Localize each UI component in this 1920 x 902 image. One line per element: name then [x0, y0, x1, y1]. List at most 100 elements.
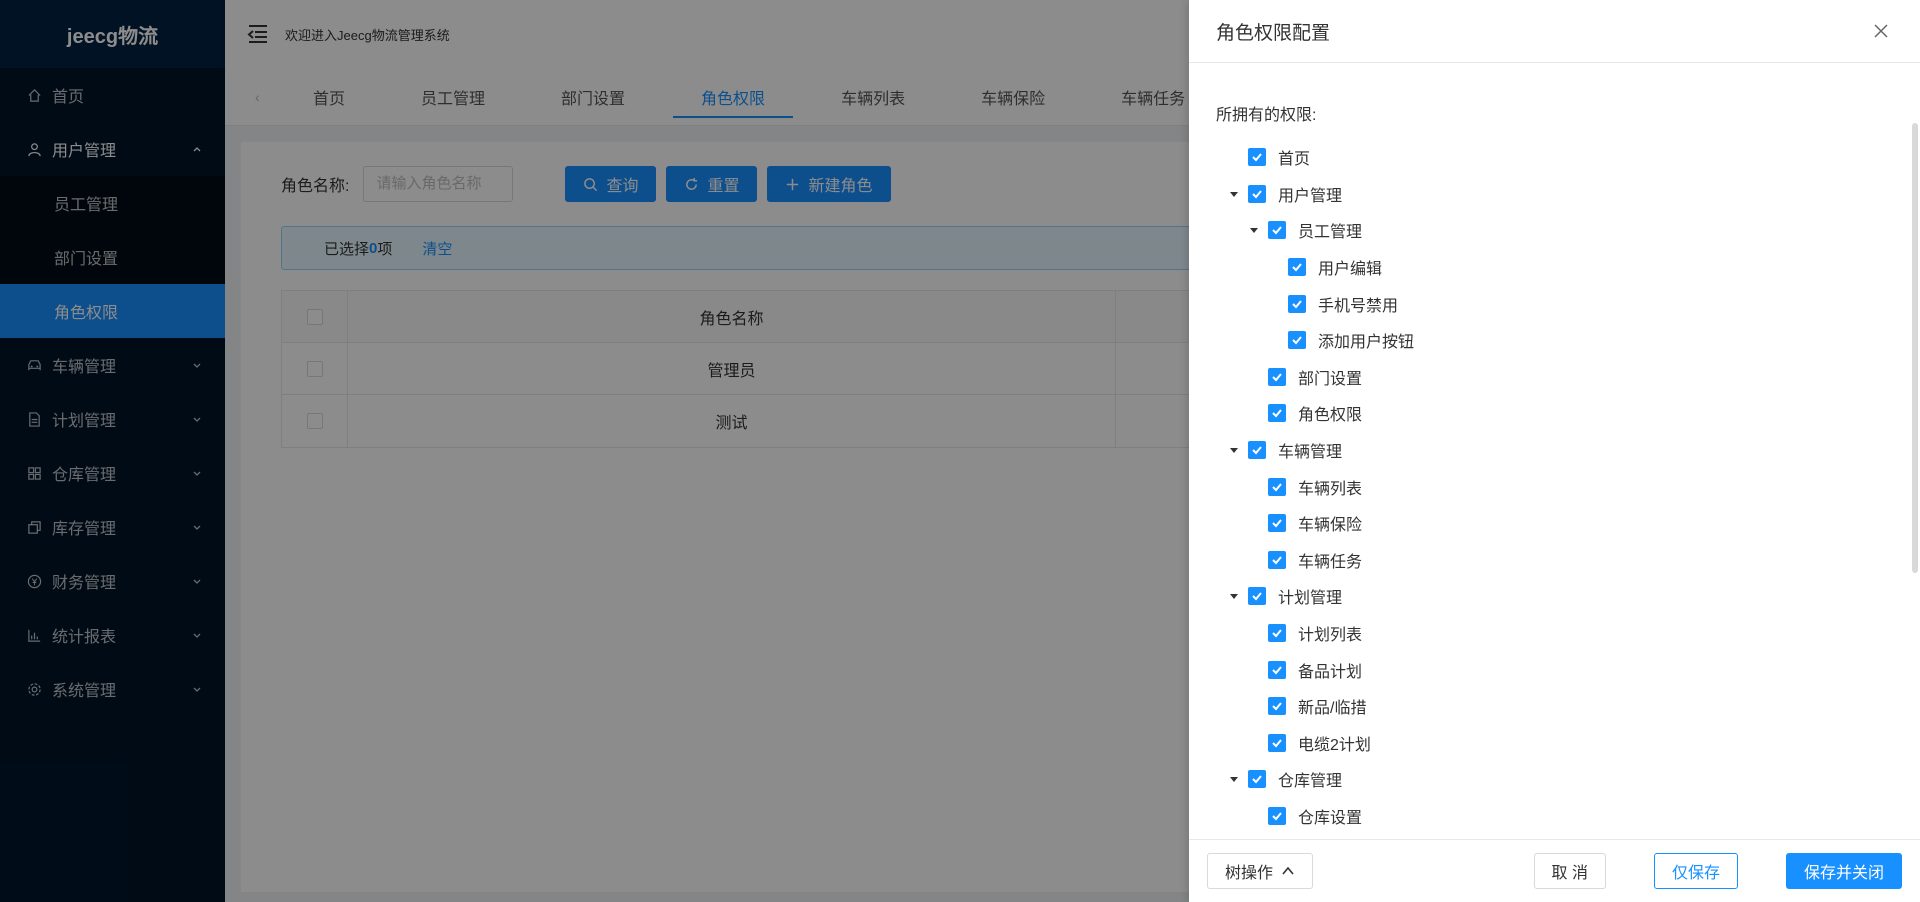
- caret-down-icon[interactable]: [1226, 186, 1242, 202]
- tree-checkbox[interactable]: [1268, 221, 1286, 240]
- tree-checkbox[interactable]: [1268, 514, 1286, 533]
- tree-node: 员工管理: [1216, 212, 1893, 249]
- tree-node: 首页: [1216, 139, 1893, 176]
- check-icon: [1292, 263, 1302, 272]
- drawer-footer: 树操作 取 消 仅保存 保存并关闭: [1189, 839, 1920, 902]
- check-icon: [1272, 409, 1282, 418]
- check-icon: [1292, 300, 1302, 309]
- tree-node: 车辆任务: [1216, 542, 1893, 579]
- close-icon[interactable]: [1872, 22, 1890, 40]
- check-icon: [1252, 592, 1262, 601]
- tree-operation-button[interactable]: 树操作: [1207, 853, 1314, 889]
- tree-node-label: 用户管理: [1278, 187, 1343, 205]
- tree-node-label: 车辆管理: [1278, 444, 1343, 462]
- tree-node-label: 计划列表: [1298, 627, 1363, 645]
- tree-node-label: 手机号禁用: [1318, 297, 1399, 315]
- check-icon: [1272, 665, 1282, 675]
- check-icon: [1272, 739, 1282, 748]
- chevron-up-icon: [1282, 866, 1294, 875]
- tree-node-label: 计划管理: [1278, 590, 1343, 608]
- cancel-button[interactable]: 取 消: [1533, 853, 1606, 889]
- scrollbar-thumb[interactable]: [1912, 123, 1918, 573]
- tree-checkbox[interactable]: [1248, 184, 1266, 203]
- tree-checkbox[interactable]: [1248, 587, 1266, 606]
- tree-checkbox[interactable]: [1268, 697, 1286, 716]
- tree-node-label: 备品计划: [1298, 663, 1363, 681]
- tree-node-label: 车辆任务: [1298, 553, 1363, 571]
- tree-node-label: 用户编辑: [1318, 261, 1383, 279]
- save-and-close-button[interactable]: 保存并关闭: [1785, 853, 1902, 889]
- check-icon: [1292, 336, 1302, 345]
- check-icon: [1272, 812, 1282, 821]
- tree-checkbox[interactable]: [1288, 331, 1306, 350]
- drawer-body: 所拥有的权限: 首页 用户管理 员工管理 用户编辑 手机号禁用 添加用户按钮 部…: [1189, 63, 1920, 839]
- tree-checkbox[interactable]: [1268, 550, 1286, 569]
- tree-checkbox[interactable]: [1288, 258, 1306, 277]
- tree-node-label: 车辆列表: [1298, 480, 1363, 498]
- tree-node-label: 仓库管理: [1278, 773, 1343, 791]
- tree-node-label: 角色权限: [1298, 407, 1363, 425]
- modal-mask[interactable]: [0, 0, 1189, 902]
- tree-checkbox[interactable]: [1268, 367, 1286, 386]
- tree-node-label: 仓库设置: [1298, 809, 1363, 827]
- tree-node: 手机号禁用: [1216, 285, 1893, 322]
- check-icon: [1272, 519, 1282, 528]
- check-icon: [1272, 373, 1282, 382]
- caret-down-icon[interactable]: [1226, 588, 1242, 604]
- check-icon: [1272, 483, 1282, 492]
- check-icon: [1252, 153, 1262, 162]
- tree-node: 新品/临措: [1216, 688, 1893, 725]
- tree-node: 用户管理: [1216, 176, 1893, 213]
- tree-checkbox[interactable]: [1248, 148, 1266, 167]
- tree-node: 备品计划: [1216, 651, 1893, 688]
- tree-checkbox[interactable]: [1268, 624, 1286, 643]
- tree-checkbox[interactable]: [1268, 404, 1286, 423]
- caret-down-icon[interactable]: [1246, 222, 1262, 238]
- tree-node: 添加用户按钮: [1216, 322, 1893, 359]
- tree-node: 电缆2计划: [1216, 725, 1893, 762]
- tree-checkbox[interactable]: [1268, 733, 1286, 752]
- tree-node: 计划管理: [1216, 578, 1893, 615]
- tree-checkbox[interactable]: [1248, 441, 1266, 460]
- save-button[interactable]: 仅保存: [1653, 853, 1738, 889]
- check-icon: [1272, 702, 1282, 711]
- caret-down-icon[interactable]: [1226, 442, 1242, 458]
- tree-node: 仓库设置: [1216, 798, 1893, 835]
- tree-checkbox[interactable]: [1268, 806, 1286, 825]
- tree-node-label: 添加用户按钮: [1318, 334, 1415, 352]
- permission-drawer: 角色权限配置 所拥有的权限: 首页 用户管理 员工管理 用户编辑 手机号禁用 添…: [1189, 0, 1920, 902]
- caret-down-icon[interactable]: [1226, 771, 1242, 787]
- tree-node-label: 电缆2计划: [1298, 736, 1371, 754]
- tree-node: 部门设置: [1216, 359, 1893, 396]
- tree-checkbox[interactable]: [1268, 477, 1286, 496]
- drawer-header: 角色权限配置: [1189, 0, 1920, 63]
- tree-node-label: 部门设置: [1298, 370, 1363, 388]
- tree-node-label: 新品/临措: [1298, 700, 1367, 718]
- footer-actions: 取 消 仅保存 保存并关闭: [1533, 853, 1902, 889]
- tree-node-label: 首页: [1278, 151, 1311, 169]
- check-icon: [1272, 556, 1282, 565]
- check-icon: [1252, 775, 1262, 784]
- tree-checkbox[interactable]: [1248, 770, 1266, 789]
- drawer-title: 角色权限配置: [1216, 22, 1331, 44]
- tree-node: 车辆保险: [1216, 505, 1893, 542]
- check-icon: [1272, 226, 1282, 235]
- permission-subtitle: 所拥有的权限:: [1216, 107, 1317, 124]
- tree-checkbox[interactable]: [1268, 660, 1286, 679]
- tree-checkbox[interactable]: [1288, 294, 1306, 313]
- tree-node: 用户编辑: [1216, 249, 1893, 286]
- drawer-scrollbar[interactable]: [1910, 63, 1920, 839]
- check-icon: [1252, 446, 1262, 455]
- check-icon: [1252, 190, 1262, 199]
